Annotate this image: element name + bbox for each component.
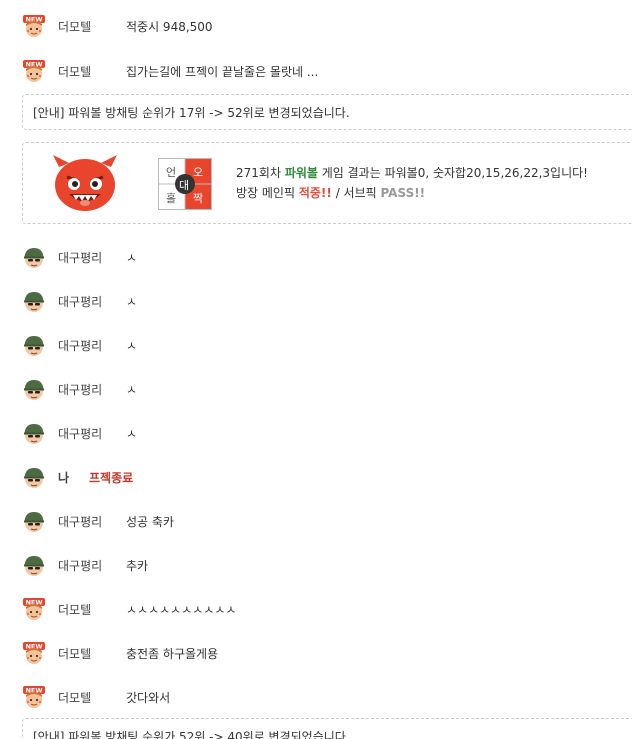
- rank-notice: [안내] 파워볼 방채팅 순위가 17위 -> 52위로 변경되었습니다.: [22, 94, 632, 130]
- grid-center: 대: [179, 179, 190, 192]
- new-badge-icon: [22, 597, 46, 621]
- chat-message: 대구평리 추카: [22, 553, 148, 577]
- result-detail: 게임 결과는 파워볼0, 숫자합20,15,26,22,3입니다!: [317, 166, 588, 180]
- chat-message: 더모텔 충전좀 하구올게용: [22, 641, 218, 665]
- grid-top-right: 오: [193, 166, 204, 179]
- chat-message: 더모텔 ㅅㅅㅅㅅㅅㅅㅅㅅㅅㅅ: [22, 597, 236, 621]
- chat-log: 더모텔 적중시 948,500 더모텔 집가는길에 프젝이 끝날줄은 몰랏네 .…: [0, 0, 632, 739]
- chat-nickname[interactable]: 대구평리: [58, 293, 126, 310]
- chat-nickname[interactable]: 더모텔: [58, 645, 126, 662]
- chat-text: 추카: [126, 558, 149, 573]
- chat-message: 더모텔 집가는길에 프젝이 끝날줄은 몰랏네 ...: [22, 59, 318, 83]
- chat-text: ㅅ: [126, 338, 138, 353]
- soldier-icon: [22, 289, 46, 313]
- grid-bottom-right: 짝: [193, 192, 204, 205]
- result-line-1: 271회차 파워볼 게임 결과는 파워볼0, 숫자합20,15,26,22,3입…: [236, 163, 588, 183]
- soldier-icon: [22, 553, 46, 577]
- chat-nickname[interactable]: 더모텔: [58, 601, 126, 618]
- chat-nickname[interactable]: 대구평리: [58, 381, 126, 398]
- chat-message: 대구평리 ㅅ: [22, 333, 137, 357]
- soldier-icon: [22, 421, 46, 445]
- chat-nickname[interactable]: 나: [58, 469, 89, 486]
- chat-text: 집가는길에 프젝이 끝날줄은 몰랏네 ...: [126, 64, 319, 79]
- chat-nickname[interactable]: 더모텔: [58, 689, 126, 706]
- new-badge-icon: [22, 14, 46, 38]
- chat-nickname[interactable]: 대구평리: [58, 249, 126, 266]
- chat-message-own: 나 프젝종료: [22, 465, 133, 489]
- soldier-icon: [22, 465, 46, 489]
- game-result-card: 언 오 홀 짝 대 271회차 파워볼 게임 결과는 파워볼0, 숫자합20,1…: [22, 142, 632, 224]
- chat-message: 더모텔 적중시 948,500: [22, 14, 213, 38]
- chat-text: ㅅㅅㅅㅅㅅㅅㅅㅅㅅㅅ: [126, 602, 237, 617]
- chat-text: 적중시 948,500: [126, 19, 213, 34]
- rank-notice: [안내] 파워볼 방채팅 순위가 52위 -> 40위로 변경되었습니다.: [22, 718, 632, 739]
- chat-nickname[interactable]: 대구평리: [58, 425, 126, 442]
- chat-message: 대구평리 ㅅ: [22, 377, 137, 401]
- chat-message: 대구평리 성공 축카: [22, 509, 174, 533]
- chat-text: 프젝종료: [89, 470, 134, 485]
- chat-message: 대구평리 ㅅ: [22, 245, 137, 269]
- chat-nickname[interactable]: 대구평리: [58, 337, 126, 354]
- grid-bottom-left: 홀: [166, 192, 177, 205]
- chat-nickname[interactable]: 대구평리: [58, 557, 126, 574]
- soldier-icon: [22, 333, 46, 357]
- chat-message: 대구평리 ㅅ: [22, 421, 137, 445]
- chat-text: ㅅ: [126, 382, 138, 397]
- sub-pick-label: / 서브픽: [331, 186, 381, 200]
- pass-badge: PASS!!: [380, 186, 426, 200]
- chat-text: 성공 축카: [126, 514, 174, 529]
- soldier-icon: [22, 509, 46, 533]
- chat-nickname[interactable]: 대구평리: [58, 513, 126, 530]
- hit-badge: 적중!!: [298, 186, 332, 200]
- chat-message: 더모텔 갓다와서: [22, 685, 170, 709]
- chat-text: ㅅ: [126, 250, 138, 265]
- result-line-2: 방장 메인픽 적중!! / 서브픽 PASS!!: [236, 183, 588, 203]
- soldier-icon: [22, 245, 46, 269]
- new-badge-icon: [22, 685, 46, 709]
- chat-nickname[interactable]: 더모텔: [58, 63, 126, 80]
- soldier-icon: [22, 377, 46, 401]
- round-label: 271회차: [236, 166, 285, 180]
- chat-text: ㅅ: [126, 294, 138, 309]
- chat-nickname[interactable]: 더모텔: [58, 18, 126, 35]
- chat-message: 대구평리 ㅅ: [22, 289, 137, 313]
- game-name: 파워볼: [284, 166, 318, 180]
- result-text: 271회차 파워볼 게임 결과는 파워볼0, 숫자합20,15,26,22,3입…: [236, 163, 588, 203]
- chat-text: 갓다와서: [126, 690, 171, 705]
- new-badge-icon: [22, 59, 46, 83]
- chat-text: 충전좀 하구올게용: [126, 646, 219, 661]
- new-badge-icon: [22, 641, 46, 665]
- devil-mascot-icon: [53, 155, 117, 211]
- grid-top-left: 언: [166, 166, 177, 179]
- main-pick-label: 방장 메인픽: [236, 186, 299, 200]
- chat-text: ㅅ: [126, 426, 138, 441]
